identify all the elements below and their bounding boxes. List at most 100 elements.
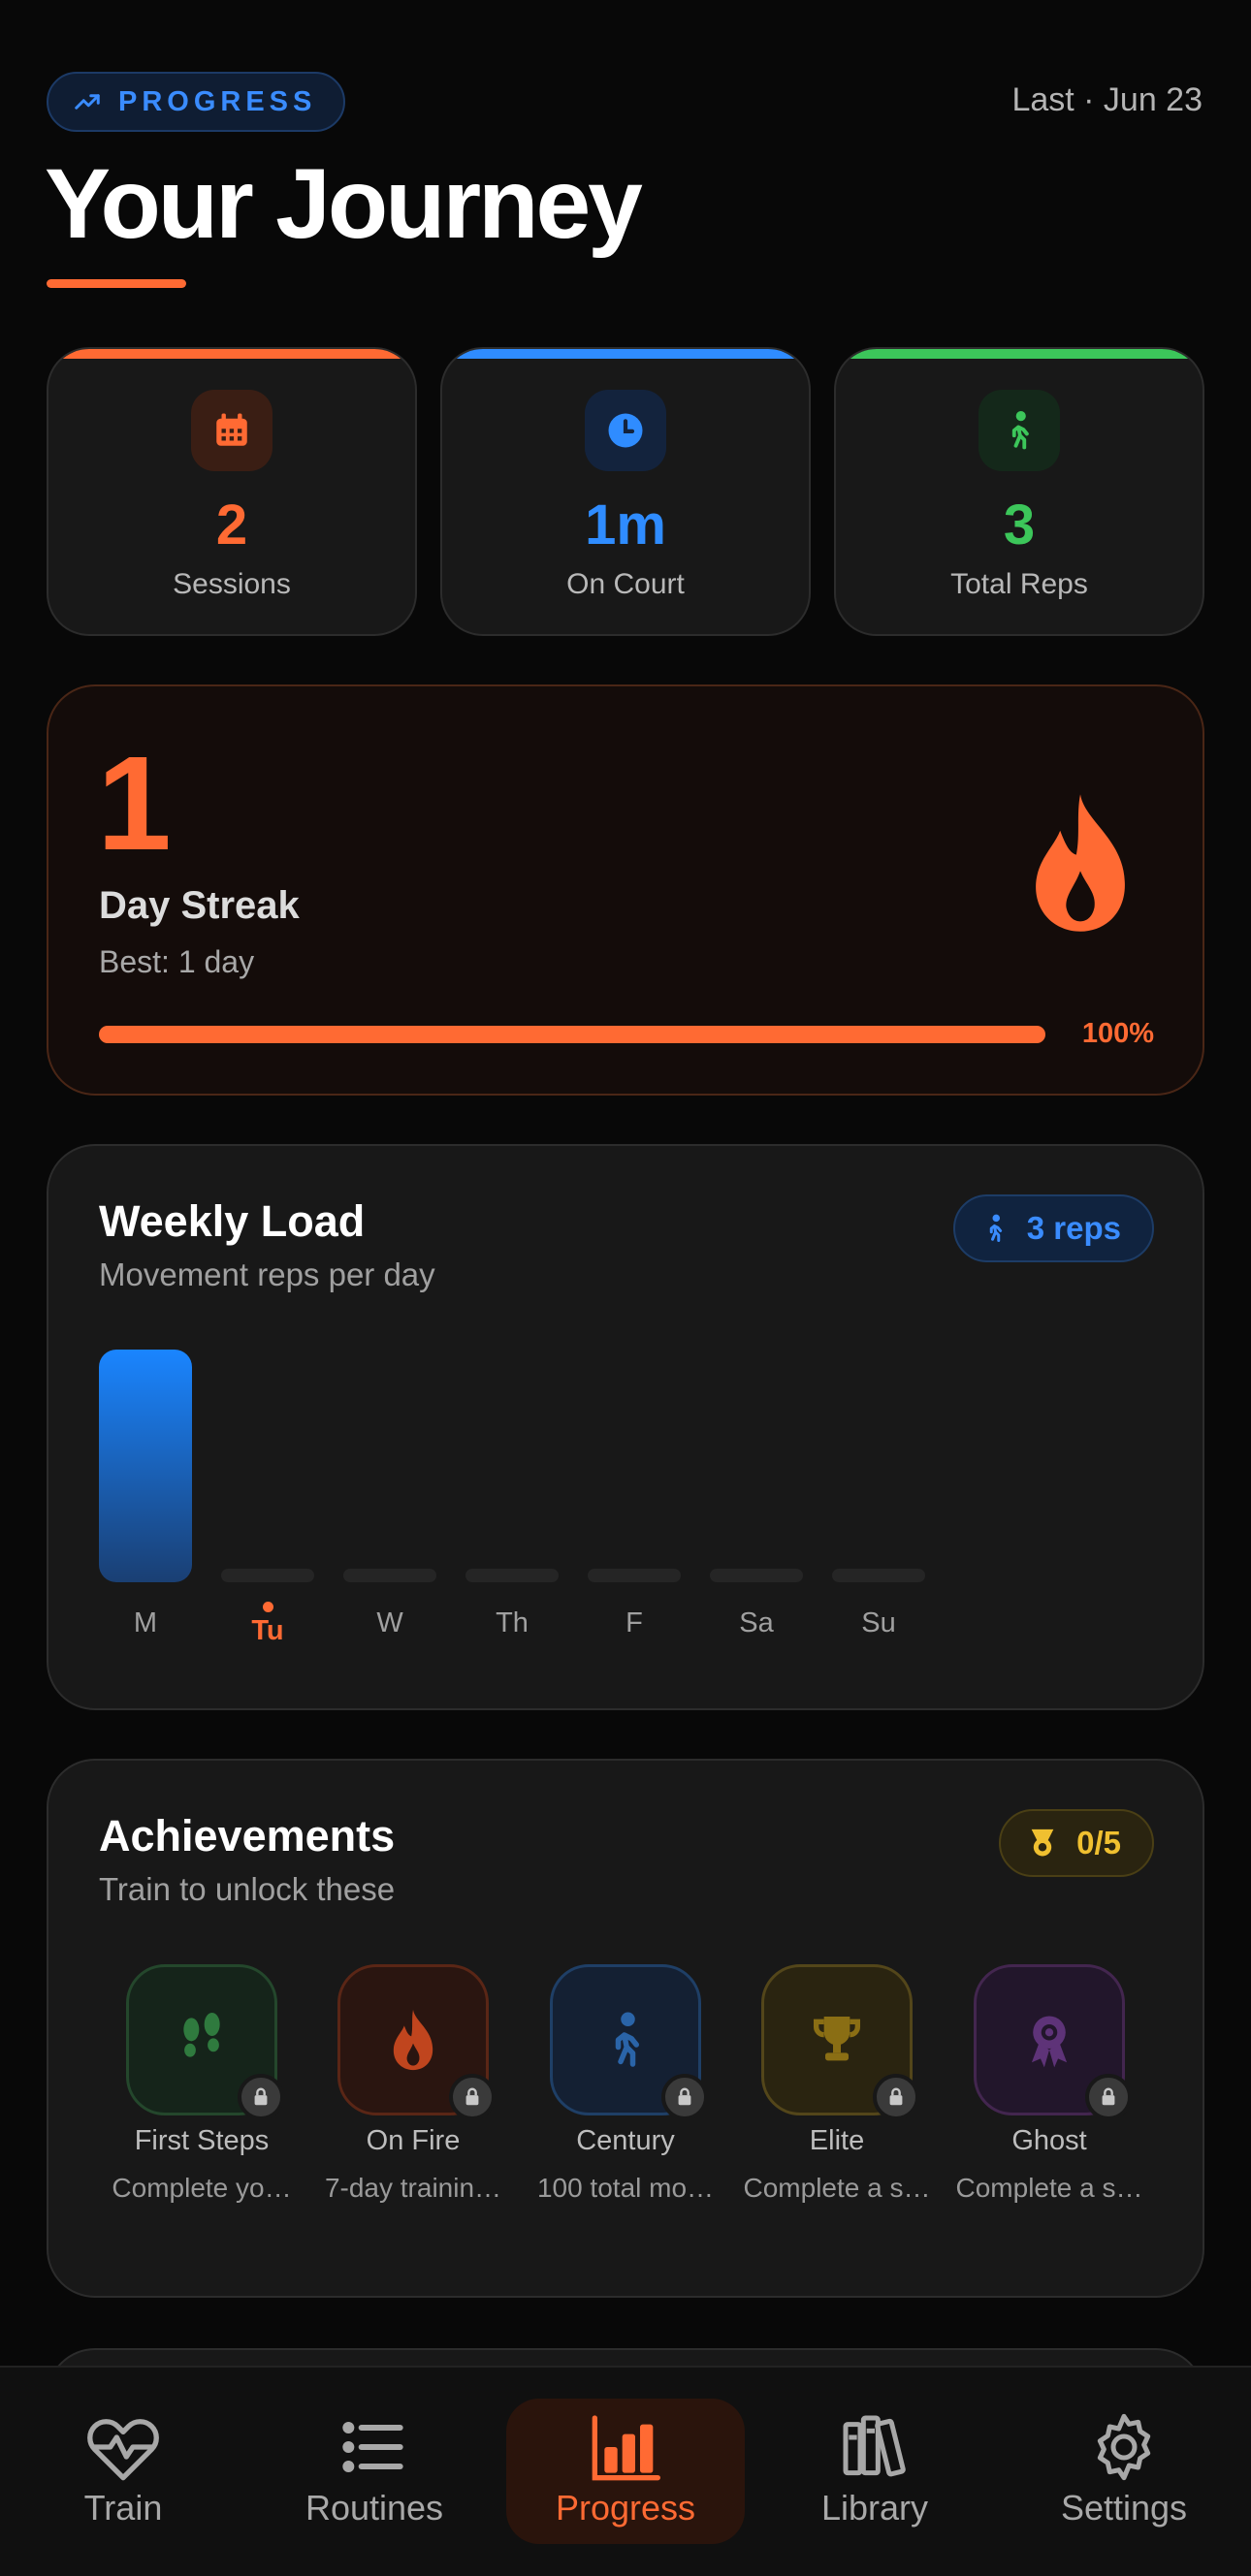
achievement-name: First Steps <box>134 2125 270 2156</box>
day-label: Su <box>861 1607 896 1638</box>
achievement-desc: Complete yo… <box>112 2173 292 2203</box>
achievement-tile <box>550 1964 708 2120</box>
stat-label: Total Reps <box>950 568 1088 600</box>
achievements-count-badge: 0/5 <box>999 1809 1154 1877</box>
bar-su <box>832 1350 925 1582</box>
achievement-elite[interactable]: Elite Complete a s… <box>740 1964 934 2204</box>
lock-icon <box>238 2074 284 2120</box>
achievement-name: On Fire <box>366 2125 461 2156</box>
stat-value: 1m <box>585 493 666 557</box>
achievement-desc: Complete a s… <box>743 2173 931 2203</box>
achievement-ghost[interactable]: Ghost Complete a s… <box>952 1964 1146 2204</box>
medal-icon <box>1031 1829 1054 1857</box>
bar-f <box>588 1350 681 1582</box>
gear-icon <box>1097 2413 1151 2481</box>
flame-icon <box>393 2009 433 2071</box>
lock-icon <box>1085 2074 1132 2120</box>
last-session-date: Last · Jun 23 <box>1011 81 1203 118</box>
streak-best: Best: 1 day <box>99 944 255 979</box>
lock-icon <box>449 2074 496 2120</box>
bar-sa <box>710 1350 803 1582</box>
weekly-load-card: Weekly Load Movement reps per day 3 reps… <box>47 1144 1204 1710</box>
lock-icon <box>661 2074 708 2120</box>
stat-card-on-court: 1m On Court <box>440 347 811 636</box>
tab-label: Library <box>820 2488 929 2528</box>
day-label: Tu <box>251 1615 284 1646</box>
achievement-name: Elite <box>809 2125 865 2156</box>
medal-icon <box>1031 2016 1068 2068</box>
bar-th <box>465 1350 559 1582</box>
streak-label: Day Streak <box>99 884 300 927</box>
day-label: M <box>133 1607 158 1638</box>
achievements-subtitle: Train to unlock these <box>99 1871 396 1907</box>
streak-progress-track <box>99 1026 1045 1043</box>
footprints-icon <box>183 2013 220 2057</box>
books-icon <box>843 2415 906 2477</box>
day-label: Th <box>496 1607 529 1638</box>
achievement-century[interactable]: Century 100 total mo… <box>529 1964 722 2204</box>
stat-label: On Court <box>566 568 685 600</box>
bar-fill <box>588 1569 681 1582</box>
tab-library[interactable]: Library <box>755 2399 994 2544</box>
streak-card: 1 Day Streak Best: 1 day 100% <box>47 684 1204 1096</box>
lock-icon <box>873 2074 919 2120</box>
pill-label: PROGRESS <box>118 85 317 117</box>
clock-icon <box>585 390 666 471</box>
walking-icon <box>615 2012 639 2067</box>
achievement-first-steps[interactable]: First Steps Complete yo… <box>105 1964 299 2204</box>
streak-progress-fill <box>99 1026 1045 1043</box>
stat-card-sessions: 2 Sessions <box>47 347 417 636</box>
today-dot <box>263 1602 273 1612</box>
day-label: W <box>376 1607 403 1638</box>
bar-chart-icon <box>592 2415 660 2481</box>
day-label: F <box>626 1607 643 1638</box>
achievement-tile <box>337 1964 496 2120</box>
trending-up-icon <box>75 94 100 110</box>
bar-fill <box>710 1569 803 1582</box>
bar-fill <box>832 1569 925 1582</box>
tab-train[interactable]: Train <box>4 2399 242 2544</box>
streak-percent: 100% <box>1081 1018 1154 1049</box>
achievement-tile <box>761 1964 919 2120</box>
bar-fill <box>343 1569 436 1582</box>
weekly-bar-chart: M Tu W Th F Sa Su <box>48 1146 1203 1708</box>
streak-count: 1 <box>97 729 172 878</box>
tab-label: Routines <box>305 2488 444 2528</box>
trophy-icon <box>814 2017 860 2061</box>
stat-accent <box>442 349 809 359</box>
achievement-name: Century <box>576 2125 675 2156</box>
tab-routines[interactable]: Routines <box>255 2399 494 2544</box>
title-underline <box>47 279 186 288</box>
stat-value: 2 <box>215 493 248 557</box>
list-icon <box>342 2421 403 2473</box>
stat-value: 3 <box>1003 493 1036 557</box>
achievement-desc: 7-day trainin… <box>324 2173 502 2203</box>
flame-icon <box>1036 794 1125 932</box>
section-pill: PROGRESS <box>47 72 346 132</box>
bar-w <box>343 1350 436 1582</box>
stat-label: Sessions <box>173 568 291 600</box>
achievement-desc: Complete a s… <box>955 2173 1143 2203</box>
bar-tu <box>221 1350 314 1582</box>
stat-card-total-reps: 3 Total Reps <box>834 347 1204 636</box>
bar-m <box>99 1350 192 1582</box>
tab-progress[interactable]: Progress <box>506 2399 745 2544</box>
achievement-name: Ghost <box>1011 2125 1087 2156</box>
calendar-icon <box>191 390 273 471</box>
tab-settings[interactable]: Settings <box>1005 2399 1243 2544</box>
stat-accent <box>48 349 415 359</box>
bar-fill <box>465 1569 559 1582</box>
bar-fill <box>99 1350 192 1582</box>
stat-accent <box>836 349 1203 359</box>
day-label: Sa <box>739 1607 774 1638</box>
tab-label: Settings <box>1060 2488 1188 2528</box>
achievement-tile <box>974 1964 1132 2120</box>
achievement-on-fire[interactable]: On Fire 7-day trainin… <box>316 1964 510 2204</box>
achievements-title: Achievements <box>99 1811 396 1860</box>
bar-fill <box>221 1569 314 1582</box>
tab-label: Progress <box>555 2488 696 2528</box>
bottom-tab-bar: Train Routines Progress Library Settings <box>0 2366 1251 2576</box>
achievement-tile <box>126 1964 284 2120</box>
achievement-desc: 100 total mo… <box>536 2173 715 2203</box>
page-title: Your Journey <box>45 148 643 259</box>
